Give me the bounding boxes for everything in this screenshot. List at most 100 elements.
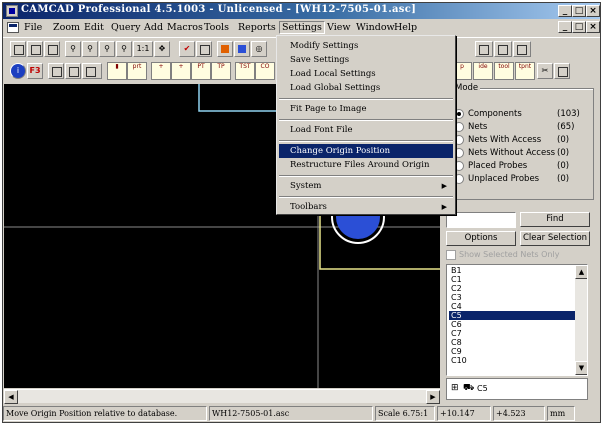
find-input[interactable] <box>446 212 516 228</box>
list-item[interactable]: C6 <box>449 320 575 329</box>
menu-item-change-origin-position[interactable]: Change Origin Position <box>279 144 453 158</box>
toggle-tp-button[interactable]: TP <box>211 62 231 80</box>
scroll-up-arrow[interactable]: ▲ <box>575 265 587 279</box>
component-icon[interactable] <box>48 63 64 79</box>
menu-item-load-font-file[interactable]: Load Font File <box>279 123 453 137</box>
menu-reports[interactable]: Reports <box>236 22 278 33</box>
title-bar[interactable]: CAMCAD Professional 4.5.1003 - Unlicense… <box>3 3 600 19</box>
toggle-tool-button[interactable]: tool <box>494 62 514 80</box>
cut-icon[interactable]: ✂ <box>537 63 553 79</box>
toggle-tpnt-button[interactable]: tpnt <box>515 62 535 80</box>
menu-item-modify-settings[interactable]: Modify Settings <box>279 39 453 53</box>
menu-view[interactable]: View <box>325 22 353 33</box>
menu-file[interactable]: File <box>22 22 44 33</box>
pan-icon[interactable]: ✥ <box>154 41 170 57</box>
scroll-down-arrow[interactable]: ▼ <box>575 361 587 375</box>
component-list[interactable]: B1 C1 C2 C3 C4 C5 C6 C7 C8 C9 C10 ▲ ▼ <box>446 264 588 376</box>
toggle-pin-button[interactable]: + <box>151 62 171 80</box>
options-button[interactable]: Options <box>446 231 516 246</box>
show-selected-nets-checkbox[interactable] <box>446 250 456 260</box>
menu-item-fit-page-to-image[interactable]: Fit Page to Image <box>279 102 453 116</box>
f3-button[interactable]: F3 <box>27 63 43 79</box>
menu-zoom[interactable]: Zoom <box>51 22 82 33</box>
scroll-left-arrow[interactable]: ◀ <box>4 390 18 404</box>
menu-item-load-global-settings[interactable]: Load Global Settings <box>279 81 453 95</box>
toggle-pad-button[interactable]: + <box>171 62 191 80</box>
child-close-button[interactable]: × <box>586 21 600 33</box>
menu-help[interactable]: Help <box>392 22 419 33</box>
layout-single-icon[interactable] <box>475 41 493 57</box>
clear-selection-button[interactable]: Clear Selection <box>520 231 590 246</box>
menu-separator <box>279 196 453 198</box>
menu-item-save-settings[interactable]: Save Settings <box>279 53 453 67</box>
list-item[interactable]: C8 <box>449 338 575 347</box>
menu-tools[interactable]: Tools <box>202 22 231 33</box>
save-icon[interactable] <box>10 41 26 57</box>
component-alt-icon[interactable] <box>65 63 81 79</box>
window-title: CAMCAD Professional 4.5.1003 - Unlicense… <box>21 4 417 15</box>
layer-icon[interactable] <box>217 41 233 57</box>
list-item[interactable]: C3 <box>449 293 575 302</box>
zoom-1-1-button[interactable]: 1:1 <box>133 41 153 57</box>
radio-label: Nets <box>468 122 488 132</box>
menu-item-toolbars[interactable]: Toolbars ▶ <box>279 200 453 214</box>
child-minimize-button[interactable]: _ <box>558 21 572 33</box>
open-icon[interactable] <box>44 41 60 57</box>
board-outline-top <box>198 84 276 112</box>
query-icon[interactable] <box>196 41 212 57</box>
info-icon[interactable]: i <box>10 63 26 79</box>
menu-add[interactable]: Add <box>142 22 165 33</box>
toggle-ide-button[interactable]: ide <box>473 62 493 80</box>
toggle-tst-button[interactable]: TST <box>235 62 255 80</box>
menu-item-label: Toolbars <box>290 202 327 212</box>
toggle-print-button[interactable]: prt <box>127 62 147 80</box>
redraw-icon[interactable]: ✔ <box>179 41 195 57</box>
tree-expand-icon[interactable]: ⊞ <box>451 383 459 393</box>
toggle-co-button[interactable]: CO <box>255 62 275 80</box>
layout-split-icon[interactable] <box>494 41 512 57</box>
document-icon[interactable] <box>7 22 19 33</box>
toggle-outline-button[interactable]: ▮ <box>107 62 127 80</box>
menu-item-load-local-settings[interactable]: Load Local Settings <box>279 67 453 81</box>
menu-edit[interactable]: Edit <box>82 22 106 33</box>
layout-grid-icon[interactable] <box>513 41 531 57</box>
list-item[interactable]: C4 <box>449 302 575 311</box>
tree-item[interactable]: C5 <box>477 384 488 393</box>
table-icon[interactable] <box>82 63 102 79</box>
restore-button[interactable]: □ <box>572 5 586 17</box>
toggle-pt-button[interactable]: PT <box>191 62 211 80</box>
menu-query[interactable]: Query <box>109 22 142 33</box>
list-item[interactable]: C7 <box>449 329 575 338</box>
selection-tree[interactable]: ⊞ ⛟ C5 <box>446 378 588 400</box>
print-icon[interactable] <box>27 41 43 57</box>
list-item-selected[interactable]: C5 <box>449 311 575 320</box>
zoom-in-icon[interactable]: ⚲ <box>65 41 81 57</box>
close-button[interactable]: × <box>586 5 600 17</box>
menu-item-restructure-files[interactable]: Restructure Files Around Origin <box>279 158 453 172</box>
copy-icon[interactable] <box>554 63 570 79</box>
menu-settings[interactable]: Settings <box>279 21 325 34</box>
menu-item-system[interactable]: System ▶ <box>279 179 453 193</box>
snap-icon[interactable]: ◎ <box>251 41 267 57</box>
scroll-right-arrow[interactable]: ▶ <box>426 390 440 404</box>
minimize-button[interactable]: _ <box>558 5 572 17</box>
child-restore-button[interactable]: □ <box>572 21 586 33</box>
zoom-extents-icon[interactable]: ⚲ <box>116 41 132 57</box>
zoom-window-icon[interactable]: ⚲ <box>99 41 115 57</box>
list-scrollbar[interactable]: ▲ ▼ <box>575 265 587 375</box>
horizontal-scrollbar[interactable]: ◀ ▶ <box>4 389 440 404</box>
mode-count: (0) <box>557 174 570 184</box>
list-item[interactable]: C9 <box>449 347 575 356</box>
app-icon[interactable] <box>6 5 18 17</box>
list-item[interactable]: C1 <box>449 275 575 284</box>
menu-window[interactable]: Window <box>354 22 397 33</box>
list-item[interactable]: B1 <box>449 266 575 275</box>
list-item[interactable]: C2 <box>449 284 575 293</box>
list-item[interactable]: C10 <box>449 356 575 365</box>
mode-count: (103) <box>557 109 580 119</box>
color-icon[interactable] <box>234 41 250 57</box>
status-file: WH12-7505-01.asc <box>209 406 373 421</box>
find-button[interactable]: Find <box>520 212 590 227</box>
zoom-out-icon[interactable]: ⚲ <box>82 41 98 57</box>
menu-macros[interactable]: Macros <box>165 22 205 33</box>
